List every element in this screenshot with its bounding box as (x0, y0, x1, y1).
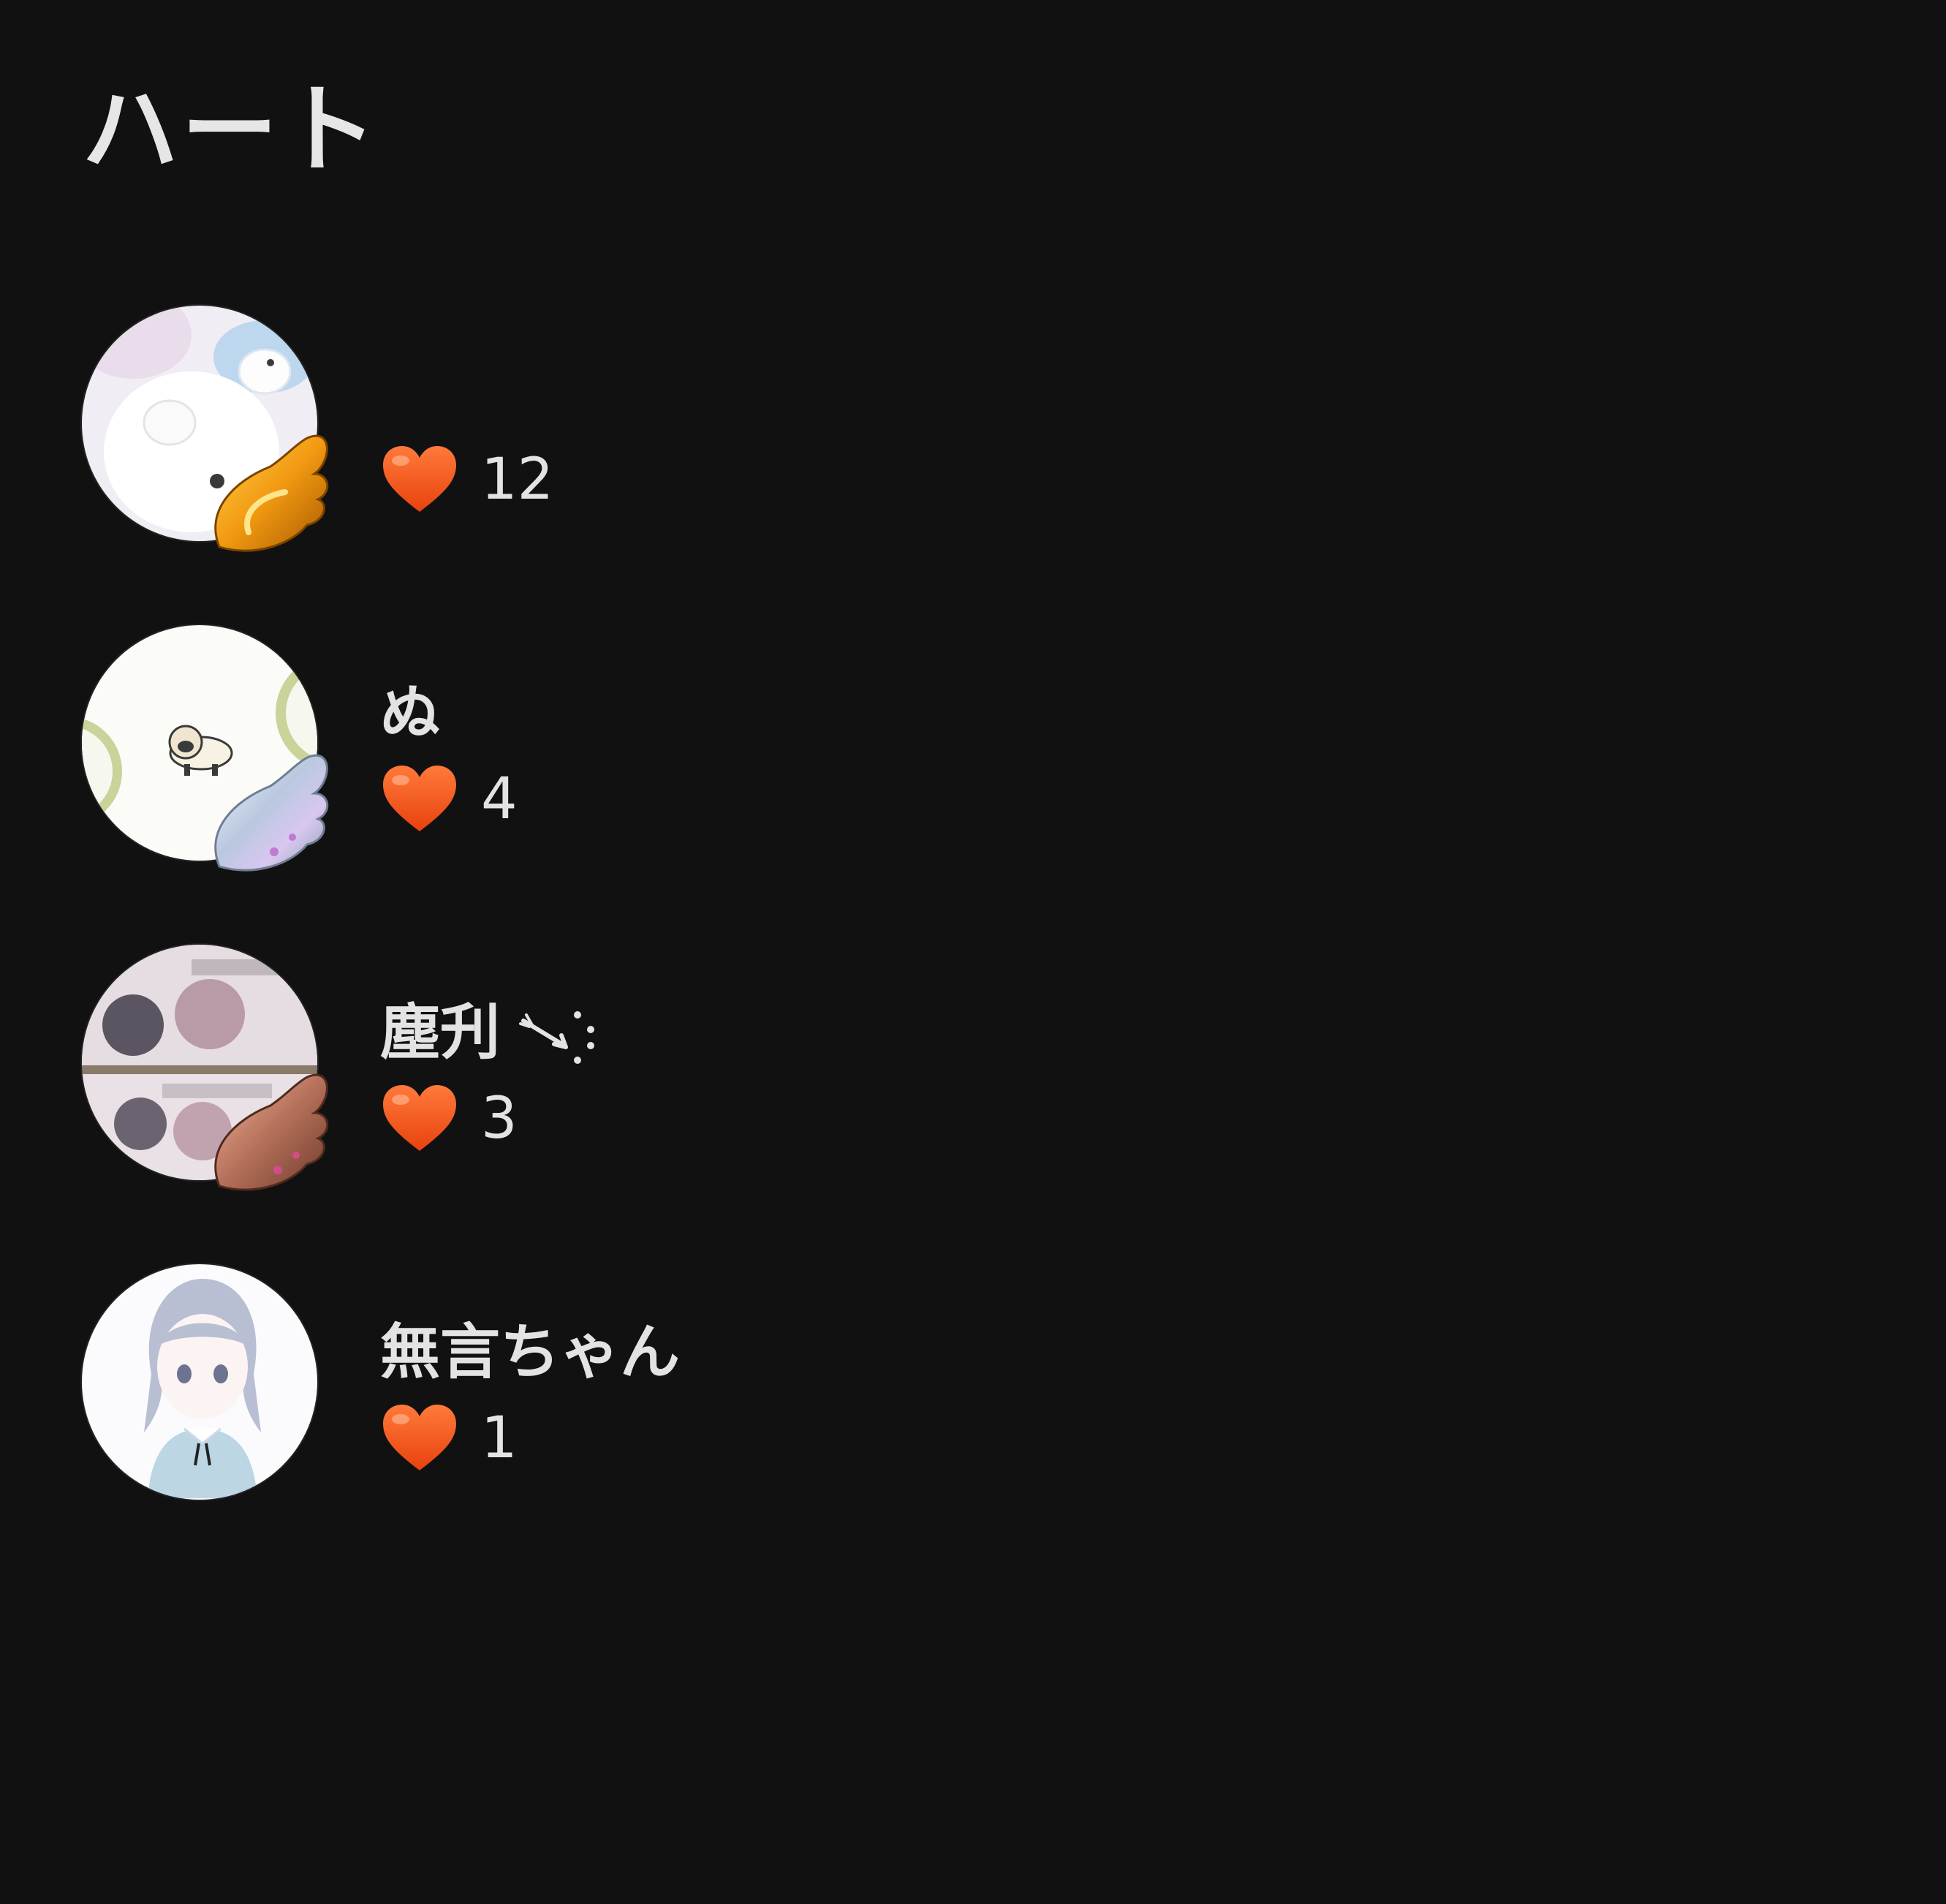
user-list-item[interactable]: 12 (82, 306, 1105, 552)
user-name[interactable]: 無言ちゃん (380, 1323, 680, 1383)
user-name[interactable]: ぬ (380, 684, 440, 744)
heart-count: 4 (481, 766, 518, 832)
avatar-container[interactable] (82, 625, 330, 877)
silver-wing-badge-icon (214, 754, 329, 872)
page-title: ハート (82, 74, 380, 186)
user-list-item[interactable]: ぬ 4 (82, 625, 1105, 872)
heart-count-row: 1 (380, 1402, 518, 1475)
heart-count-row: 3 (380, 1082, 518, 1155)
heart-count: 12 (481, 447, 554, 513)
heart-icon (383, 1405, 456, 1470)
heart-icon (383, 766, 456, 831)
user-name[interactable]: 塵刋 (380, 1003, 599, 1066)
avatar-container[interactable] (82, 945, 330, 1197)
heart-count-row: 12 (380, 443, 553, 516)
avatar[interactable] (82, 1264, 317, 1500)
user-list-item[interactable]: 無言ちゃん 1 (82, 1264, 1105, 1506)
sparkle-arrow-icon (519, 1010, 595, 1064)
user-list-item[interactable]: 塵刋 3 (82, 945, 1105, 1191)
heart-count: 1 (481, 1405, 518, 1471)
heart-count-row: 4 (380, 763, 518, 836)
heart-icon (383, 446, 456, 512)
heart-count: 3 (481, 1086, 518, 1152)
user-name-text: 塵刋 (380, 998, 501, 1068)
heart-icon (383, 1085, 456, 1151)
gold-wing-badge-icon (214, 434, 329, 552)
avatar-container[interactable] (82, 1264, 330, 1516)
avatar-container[interactable] (82, 306, 330, 558)
bronze-wing-badge-icon (214, 1073, 329, 1191)
